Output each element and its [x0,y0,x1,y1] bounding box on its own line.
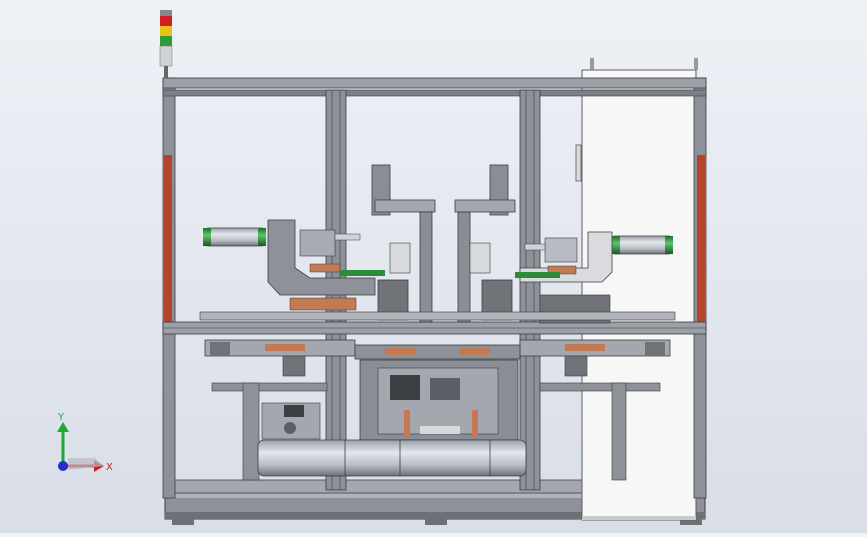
y-axis-arrow-icon [57,422,69,466]
signal-tower [159,10,173,78]
center-drive-box [359,359,519,441]
left-motor [261,402,321,440]
model-viewport[interactable]: Y X [0,0,867,533]
z-axis-dot-icon [58,461,68,471]
x-axis-label: X [106,462,113,473]
upper-table [199,311,676,321]
y-axis-label: Y [57,412,65,423]
coordinate-triad: Y X [57,412,113,473]
lower-slide-rails [204,339,671,360]
main-pneumatic-cylinder [257,439,527,477]
left-clamp-assembly [203,219,385,311]
electrical-cabinet [575,58,698,521]
machine-assembly-model[interactable] [0,0,867,533]
center-lift-module [371,164,516,323]
